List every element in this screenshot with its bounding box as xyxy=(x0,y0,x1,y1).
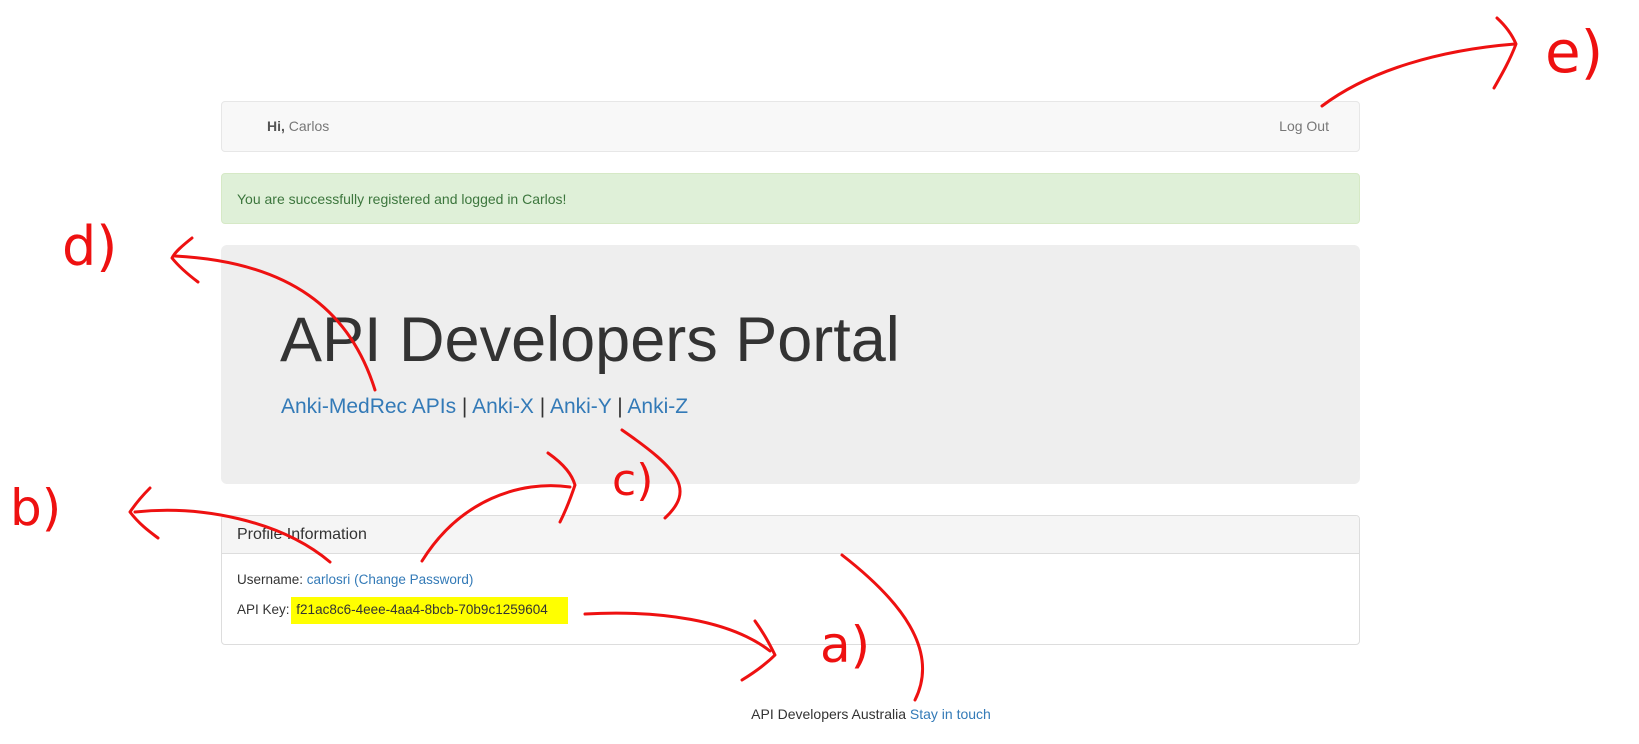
annotation-arrowhead-e xyxy=(1492,16,1518,90)
page-title: API Developers Portal xyxy=(280,305,900,375)
username-label: Username: xyxy=(237,572,304,587)
api-links: Anki-MedRec APIs | Anki-X | Anki-Y | Ank… xyxy=(281,395,688,419)
annotation-arrow-e xyxy=(1320,42,1517,108)
annotation-label-d: d) xyxy=(62,215,117,278)
greeting-prefix: Hi, xyxy=(267,118,285,134)
footer-text: API Developers Australia xyxy=(751,706,907,722)
annotation-arrowhead-d xyxy=(170,236,200,284)
link-anki-z[interactable]: Anki-Z xyxy=(627,395,688,418)
jumbotron: API Developers Portal Anki-MedRec APIs |… xyxy=(221,245,1360,484)
footer: API Developers Australia Stay in touch xyxy=(0,706,1639,722)
username-link[interactable]: carlosri xyxy=(307,572,351,587)
logout-link[interactable]: Log Out xyxy=(1279,118,1329,134)
link-separator: | xyxy=(461,395,468,418)
annotation-arrowhead-b xyxy=(128,486,160,540)
top-navbar: Hi, Carlos Log Out xyxy=(221,101,1360,152)
link-anki-y[interactable]: Anki-Y xyxy=(550,395,611,418)
profile-panel: Profile Information Username: carlosri (… xyxy=(221,515,1360,645)
success-alert: You are successfully registered and logg… xyxy=(221,173,1360,224)
annotation-label-e: e) xyxy=(1545,18,1603,86)
link-separator: | xyxy=(617,395,623,418)
annotation-label-b: b) xyxy=(10,479,61,537)
user-name: Carlos xyxy=(288,118,330,134)
link-anki-x[interactable]: Anki-X xyxy=(472,395,534,418)
profile-heading: Profile Information xyxy=(222,516,1359,554)
link-anki-medrec-apis[interactable]: Anki-MedRec APIs xyxy=(281,395,456,418)
greeting: Hi, Carlos xyxy=(267,118,329,134)
change-password-link[interactable]: (Change Password) xyxy=(354,572,473,587)
api-key-row: API Key: f21ac8c6-4eee-4aa4-8bcb-70b9c12… xyxy=(237,597,568,624)
link-separator: | xyxy=(539,395,546,418)
api-key-value[interactable]: f21ac8c6-4eee-4aa4-8bcb-70b9c1259604 xyxy=(291,597,568,624)
api-key-label: API Key: xyxy=(237,602,290,617)
username-row: Username: carlosri (Change Password) xyxy=(237,572,473,587)
stay-in-touch-link[interactable]: Stay in touch xyxy=(910,706,991,722)
